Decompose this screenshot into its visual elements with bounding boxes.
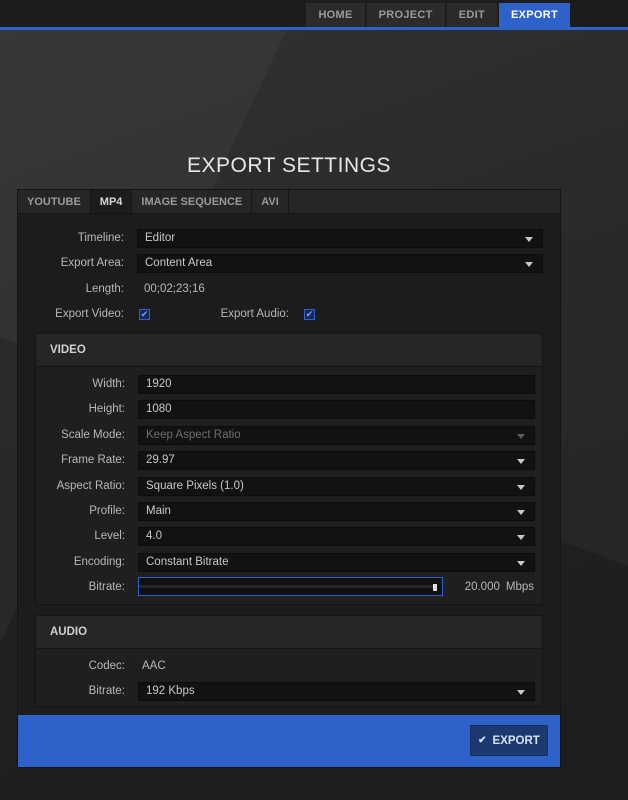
- export-area-value: Content Area: [145, 257, 213, 269]
- height-value: 1080: [146, 403, 172, 415]
- export-area-select[interactable]: Content Area: [137, 253, 543, 273]
- scale-mode-label: Scale Mode:: [61, 429, 125, 441]
- export-settings-panel: YOUTUBE MP4 IMAGE SEQUENCE AVI Timeline:…: [17, 189, 561, 768]
- encoding-label: Encoding:: [73, 556, 125, 568]
- chevron-down-icon: [525, 236, 533, 242]
- export-area-label: Export Area:: [60, 257, 124, 269]
- aspect-ratio-row: Aspect Ratio: Square Pixels (1.0): [36, 476, 535, 496]
- tab-mp4[interactable]: MP4: [90, 190, 133, 213]
- height-label: Height:: [88, 403, 125, 415]
- export-audio-checkbox[interactable]: ✔: [304, 308, 315, 320]
- chevron-down-icon: [517, 433, 525, 439]
- height-input[interactable]: 1080: [138, 399, 535, 419]
- scale-mode-value: Keep Aspect Ratio: [146, 429, 241, 441]
- timeline-value: Editor: [145, 232, 176, 244]
- profile-select[interactable]: Main: [138, 501, 535, 521]
- chevron-down-icon: [517, 484, 525, 490]
- audio-bitrate-select[interactable]: 192 Kbps: [138, 681, 535, 701]
- page-title: EXPORT SETTINGS: [187, 154, 391, 177]
- export-video-checkbox[interactable]: ✔: [139, 308, 150, 320]
- encoding-row: Encoding: Constant Bitrate: [36, 552, 535, 572]
- aspect-ratio-select[interactable]: Square Pixels (1.0): [138, 476, 535, 496]
- tab-youtube[interactable]: YOUTUBE: [18, 190, 91, 213]
- profile-row: Profile: Main: [36, 501, 535, 521]
- video-bitrate-row: Bitrate:: [36, 578, 138, 596]
- codec-row: Codec: AAC: [36, 657, 166, 675]
- bitrate-slider[interactable]: [138, 577, 443, 596]
- video-bitrate-readout: 20.000 Mbps: [465, 578, 534, 596]
- length-value: 00;02;23;16: [144, 283, 205, 295]
- encoding-select[interactable]: Constant Bitrate: [138, 552, 535, 572]
- video-section: VIDEO Width: 1920 Height: 1080 Scale Mod…: [35, 333, 543, 605]
- export-audio-label: Export Audio:: [220, 308, 289, 320]
- nav-tab-home[interactable]: HOME: [306, 3, 365, 27]
- width-row: Width: 1920: [36, 374, 535, 394]
- aspect-ratio-value: Square Pixels (1.0): [146, 480, 244, 492]
- level-value: 4.0: [146, 530, 162, 542]
- frame-rate-value: 29.97: [146, 454, 175, 466]
- export-toggles-row: Export Video: ✔ Export Audio: ✔: [18, 305, 315, 323]
- export-button[interactable]: ✔ EXPORT: [470, 725, 548, 756]
- scale-mode-select: Keep Aspect Ratio: [138, 425, 535, 445]
- export-video-label: Export Video:: [55, 308, 124, 320]
- codec-value: AAC: [142, 660, 166, 672]
- video-bitrate-label: Bitrate:: [88, 581, 125, 593]
- level-select[interactable]: 4.0: [138, 526, 535, 546]
- check-icon: ✔: [478, 735, 487, 746]
- length-row: Length: 00;02;23;16: [18, 280, 205, 298]
- encoding-value: Constant Bitrate: [146, 556, 229, 568]
- height-row: Height: 1080: [36, 399, 535, 419]
- timeline-row: Timeline: Editor: [18, 228, 543, 248]
- video-bitrate-unit: Mbps: [505, 581, 534, 593]
- chevron-down-icon: [517, 689, 525, 695]
- video-bitrate-value: 20.000: [464, 581, 500, 593]
- length-label: Length:: [85, 283, 124, 295]
- tab-avi[interactable]: AVI: [252, 190, 289, 213]
- level-row: Level: 4.0: [36, 526, 535, 546]
- audio-bitrate-row: Bitrate: 192 Kbps: [36, 681, 535, 701]
- format-tabs: YOUTUBE MP4 IMAGE SEQUENCE AVI: [18, 190, 560, 214]
- chevron-down-icon: [525, 261, 533, 267]
- audio-section: AUDIO Codec: AAC Bitrate: 192 Kbps: [35, 615, 543, 707]
- panel-footer: ✔ EXPORT: [18, 715, 560, 767]
- bitrate-slider-fill: [139, 585, 433, 588]
- scale-mode-row: Scale Mode: Keep Aspect Ratio: [36, 425, 535, 445]
- frame-rate-select[interactable]: 29.97: [138, 450, 535, 470]
- chevron-down-icon: [517, 509, 525, 515]
- frame-rate-label: Frame Rate:: [61, 454, 125, 466]
- level-label: Level:: [94, 530, 125, 542]
- export-area-row: Export Area: Content Area: [18, 253, 543, 273]
- audio-section-heading: AUDIO: [36, 616, 542, 649]
- frame-rate-row: Frame Rate: 29.97: [36, 450, 535, 470]
- width-input[interactable]: 1920: [138, 374, 535, 394]
- width-value: 1920: [146, 378, 172, 390]
- nav-tab-export[interactable]: EXPORT: [498, 3, 570, 27]
- nav-tab-project[interactable]: PROJECT: [366, 3, 445, 27]
- profile-value: Main: [146, 505, 171, 517]
- main-nav: HOME PROJECT EDIT EXPORT: [304, 3, 570, 27]
- timeline-select[interactable]: Editor: [137, 228, 543, 248]
- chevron-down-icon: [517, 534, 525, 540]
- audio-bitrate-value: 192 Kbps: [146, 685, 195, 697]
- audio-bitrate-label: Bitrate:: [88, 685, 125, 697]
- nav-tab-edit[interactable]: EDIT: [446, 3, 497, 27]
- top-nav-bar: HOME PROJECT EDIT EXPORT: [0, 0, 628, 30]
- chevron-down-icon: [517, 458, 525, 464]
- chevron-down-icon: [517, 560, 525, 566]
- timeline-label: Timeline:: [77, 232, 124, 244]
- codec-label: Codec:: [88, 660, 125, 672]
- bitrate-slider-handle[interactable]: [433, 584, 437, 591]
- aspect-ratio-label: Aspect Ratio:: [56, 480, 125, 492]
- video-section-heading: VIDEO: [36, 334, 542, 367]
- export-button-label: EXPORT: [492, 734, 540, 747]
- width-label: Width:: [92, 378, 125, 390]
- profile-label: Profile:: [89, 505, 125, 517]
- tab-image-sequence[interactable]: IMAGE SEQUENCE: [132, 190, 253, 213]
